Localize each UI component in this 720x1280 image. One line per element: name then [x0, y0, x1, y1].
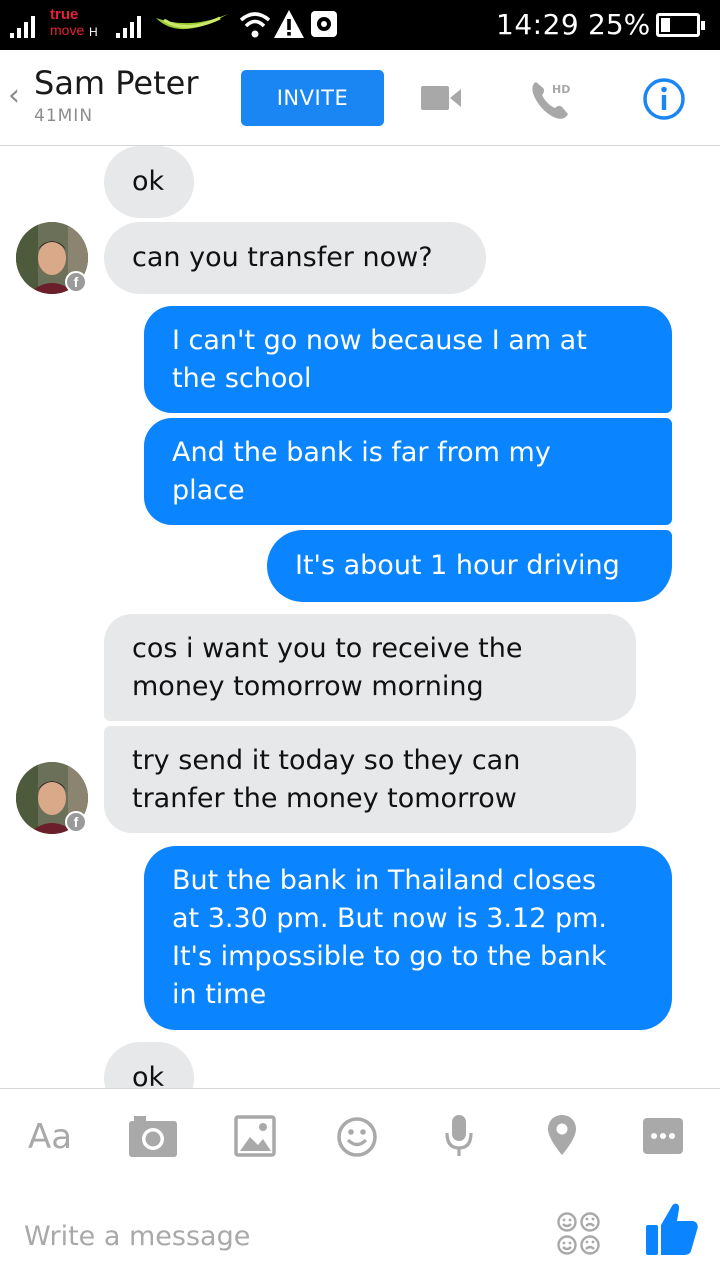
message-composer: Aa — [0, 1088, 720, 1280]
message-bubble-outgoing[interactable]: And the bank is far from my place — [144, 418, 672, 525]
message-bubble-incoming[interactable]: try send it today so they can tranfer th… — [104, 726, 636, 833]
camera-icon[interactable] — [128, 1115, 178, 1159]
status-bar: true move H 14:29 25% — [0, 0, 720, 50]
battery-icon — [656, 13, 705, 37]
battery-level — [661, 18, 670, 32]
message-bubble-incoming[interactable]: ok — [104, 1042, 194, 1088]
message-bubble-outgoing[interactable]: But the bank in Thailand closes at 3.30 … — [144, 846, 672, 1030]
message-bubble-incoming[interactable]: ok — [104, 146, 194, 218]
conversation-header: ‹ Sam Peter 41MIN INVITE HD — [0, 50, 720, 146]
battery-percent: 25% — [588, 8, 651, 41]
message-bubble-incoming[interactable]: cos i want you to receive the money tomo… — [104, 614, 636, 721]
warning-icon — [274, 10, 304, 38]
message-input[interactable] — [24, 1214, 524, 1258]
location-pin-icon[interactable] — [546, 1113, 578, 1157]
hd-phone-icon[interactable]: HD — [528, 76, 576, 122]
network-type: H — [89, 25, 98, 39]
text-tool-button[interactable]: Aa — [28, 1117, 72, 1157]
more-icon[interactable] — [642, 1117, 684, 1155]
hd-label: HD — [552, 83, 570, 96]
facebook-badge-icon: f — [65, 271, 87, 293]
last-active-time: 41MIN — [34, 106, 94, 126]
clock: 14:29 — [496, 8, 580, 41]
message-list[interactable]: ok f can you transfer now? I can't go no… — [0, 146, 720, 1088]
carrier-name-top: true — [50, 6, 79, 23]
video-camera-icon[interactable] — [420, 84, 462, 112]
carrier-swoosh-icon — [156, 14, 228, 30]
signal-strength-2-icon — [116, 16, 141, 38]
invite-button[interactable]: INVITE — [241, 70, 384, 126]
message-bubble-outgoing[interactable]: It's about 1 hour driving — [267, 530, 672, 602]
back-chevron-icon[interactable]: ‹ — [8, 78, 20, 113]
thumbs-up-icon[interactable] — [644, 1201, 700, 1257]
info-icon[interactable] — [642, 77, 686, 121]
wifi-icon — [239, 12, 271, 38]
app-notification-icon — [311, 11, 337, 37]
carrier-logo: true move — [50, 7, 84, 37]
emoji-icon[interactable] — [336, 1116, 378, 1158]
carrier-name-bottom: move — [50, 22, 85, 38]
message-bubble-incoming[interactable]: can you transfer now? — [104, 222, 486, 294]
facebook-badge-icon: f — [65, 811, 87, 833]
contact-name[interactable]: Sam Peter — [34, 64, 199, 102]
signal-strength-icon — [10, 16, 35, 38]
image-icon[interactable] — [234, 1115, 276, 1157]
microphone-icon[interactable] — [444, 1113, 474, 1159]
stickers-icon[interactable] — [556, 1211, 602, 1257]
message-bubble-outgoing[interactable]: I can't go now because I am at the schoo… — [144, 306, 672, 413]
